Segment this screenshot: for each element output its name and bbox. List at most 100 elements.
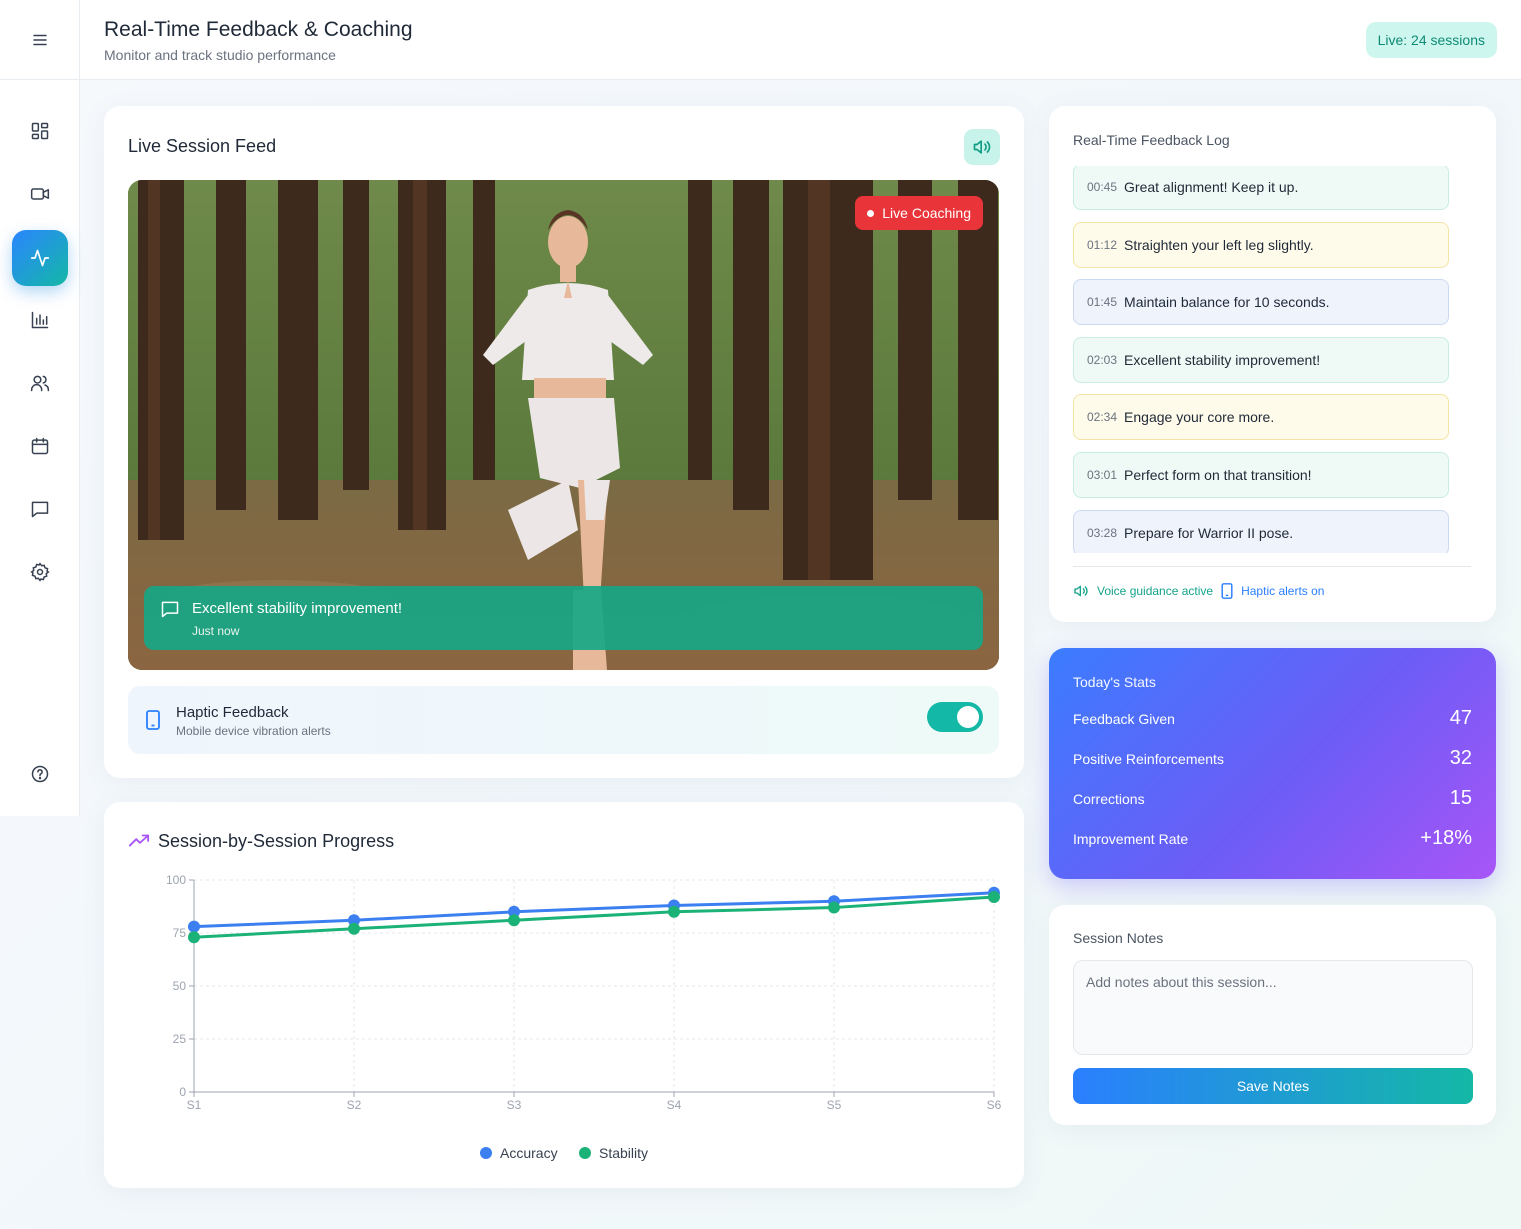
bar-chart-icon bbox=[31, 311, 49, 329]
x-tick-label: S3 bbox=[507, 1098, 522, 1112]
x-tick-label: S2 bbox=[347, 1098, 362, 1112]
data-point-stability bbox=[188, 931, 200, 944]
x-tick-label: S6 bbox=[987, 1098, 1002, 1112]
log-item-text: Straighten your left leg slightly. bbox=[1124, 236, 1314, 253]
voice-status: Voice guidance active bbox=[1073, 583, 1213, 599]
nav-activity[interactable] bbox=[12, 230, 68, 286]
feedback-toast: Excellent stability improvement! Just no… bbox=[144, 586, 983, 650]
stat-value: 32 bbox=[1449, 747, 1472, 769]
stats-title: Today's Stats bbox=[1073, 674, 1156, 690]
log-item-time: 03:28 bbox=[1087, 525, 1118, 540]
data-point-stability bbox=[348, 922, 360, 935]
sidebar bbox=[0, 0, 80, 816]
data-point-stability bbox=[988, 890, 1000, 903]
stat-value: 47 bbox=[1449, 707, 1472, 729]
live-coaching-tag: Live Coaching bbox=[855, 196, 983, 230]
notes-title: Session Notes bbox=[1073, 930, 1164, 946]
haptic-subtitle: Mobile device vibration alerts bbox=[176, 724, 331, 738]
page-title: Real-Time Feedback & Coaching bbox=[104, 18, 413, 41]
log-item-text: Great alignment! Keep it up. bbox=[1124, 179, 1299, 195]
log-title: Real-Time Feedback Log bbox=[1073, 132, 1230, 148]
y-tick-label: 25 bbox=[173, 1032, 187, 1046]
y-tick-label: 100 bbox=[166, 873, 186, 887]
y-tick-label: 50 bbox=[173, 979, 187, 993]
live-dot-icon bbox=[867, 209, 875, 217]
stat-label: Corrections bbox=[1073, 790, 1145, 807]
log-item: 02:03 Excellent stability improvement! bbox=[1073, 336, 1449, 383]
y-tick-label: 0 bbox=[179, 1085, 186, 1099]
menu-toggle-button[interactable] bbox=[0, 0, 80, 80]
nav-calendar[interactable] bbox=[12, 418, 68, 474]
nav-video[interactable] bbox=[12, 166, 68, 222]
nav-help[interactable] bbox=[12, 746, 68, 802]
stat-row: Corrections 15 bbox=[1073, 787, 1472, 810]
legend-marker-accuracy bbox=[480, 1147, 492, 1159]
log-item-text: Perfect form on that transition! bbox=[1124, 467, 1312, 483]
session-notes-input[interactable] bbox=[1073, 960, 1473, 1055]
menu-icon bbox=[33, 34, 47, 45]
log-item-time: 02:34 bbox=[1087, 410, 1118, 425]
series-line-accuracy bbox=[193, 891, 995, 929]
nav-messages[interactable] bbox=[12, 481, 68, 537]
log-item-time: 01:12 bbox=[1087, 237, 1118, 252]
log-item-text: Engage your core more. bbox=[1124, 409, 1275, 426]
log-item: 02:34 Engage your core more. bbox=[1073, 394, 1449, 441]
calendar-icon bbox=[31, 437, 49, 455]
data-point-stability bbox=[828, 901, 840, 914]
live-coaching-label: Live Coaching bbox=[882, 205, 971, 221]
log-item: 03:28 Prepare for Warrior II pose. bbox=[1073, 509, 1449, 553]
x-tick-label: S1 bbox=[187, 1098, 202, 1112]
haptic-status-label: Haptic alerts on bbox=[1241, 584, 1325, 598]
log-item: 00:45 Great alignment! Keep it up. bbox=[1073, 166, 1449, 210]
speaker-icon bbox=[1074, 585, 1088, 597]
haptic-title: Haptic Feedback bbox=[176, 704, 289, 721]
nav-users[interactable] bbox=[12, 355, 68, 411]
log-footer: Voice guidance active Haptic alerts on bbox=[1073, 566, 1471, 599]
audio-toggle-button[interactable] bbox=[964, 129, 1000, 165]
log-item: 01:12 Straighten your left leg slightly. bbox=[1073, 221, 1449, 268]
log-item-time: 01:45 bbox=[1087, 295, 1118, 310]
live-sessions-badge: Live: 24 sessions bbox=[1365, 22, 1497, 58]
stat-row: Improvement Rate +18% bbox=[1073, 827, 1472, 850]
haptic-status: Haptic alerts on bbox=[1221, 583, 1324, 599]
settings-icon bbox=[30, 562, 50, 582]
phone-icon bbox=[1221, 583, 1233, 599]
data-point-stability bbox=[668, 905, 680, 918]
live-video-feed[interactable]: Live Coaching Excellent stability improv… bbox=[128, 180, 999, 670]
activity-icon bbox=[30, 249, 50, 267]
voice-status-label: Voice guidance active bbox=[1097, 584, 1214, 598]
stat-row: Feedback Given 47 bbox=[1073, 707, 1472, 730]
feedback-log-card: Real-Time Feedback Log 00:45 Great alignm… bbox=[1049, 106, 1496, 622]
stat-label: Positive Reinforcements bbox=[1073, 750, 1224, 767]
grid-icon bbox=[31, 122, 49, 140]
log-item-text: Prepare for Warrior II pose. bbox=[1124, 524, 1294, 541]
live-session-feed-card: Live Session Feed Live Coaching Excellen… bbox=[104, 106, 1024, 778]
progress-line-chart: 0 25 50 75 100 S1 S2 S3 S4 S5 S6 Accuracy Stability bbox=[166, 873, 1002, 1161]
video-icon bbox=[30, 188, 50, 200]
haptic-toggle[interactable] bbox=[927, 702, 983, 732]
save-notes-button[interactable]: Save Notes bbox=[1073, 1068, 1473, 1104]
log-item-text: Maintain balance for 10 seconds. bbox=[1124, 294, 1330, 311]
speaker-icon bbox=[973, 140, 991, 154]
session-notes-card: Session Notes Save Notes bbox=[1049, 905, 1496, 1125]
nav-settings[interactable] bbox=[12, 544, 68, 600]
legend-label: Stability bbox=[599, 1145, 648, 1161]
stat-row: Positive Reinforcements 32 bbox=[1073, 747, 1472, 770]
message-icon bbox=[161, 601, 179, 618]
series-line-stability bbox=[193, 895, 995, 939]
log-item-time: 03:01 bbox=[1087, 468, 1118, 482]
help-icon bbox=[31, 765, 49, 783]
feedback-log-list[interactable]: 00:45 Great alignment! Keep it up. 01:12 St… bbox=[1073, 166, 1449, 553]
page-subtitle: Monitor and track studio performance bbox=[104, 47, 336, 63]
data-point-accuracy bbox=[188, 920, 200, 933]
x-tick-label: S4 bbox=[667, 1098, 682, 1112]
data-point-stability bbox=[508, 914, 520, 927]
nav-dashboard[interactable] bbox=[12, 103, 68, 159]
stat-label: Feedback Given bbox=[1073, 710, 1175, 727]
nav-analytics[interactable] bbox=[12, 292, 68, 348]
toast-message: Excellent stability improvement! bbox=[192, 600, 403, 617]
legend-marker-stability bbox=[579, 1147, 591, 1159]
y-tick-label: 75 bbox=[173, 926, 187, 940]
phone-icon bbox=[146, 710, 160, 730]
toggle-knob bbox=[957, 706, 979, 728]
